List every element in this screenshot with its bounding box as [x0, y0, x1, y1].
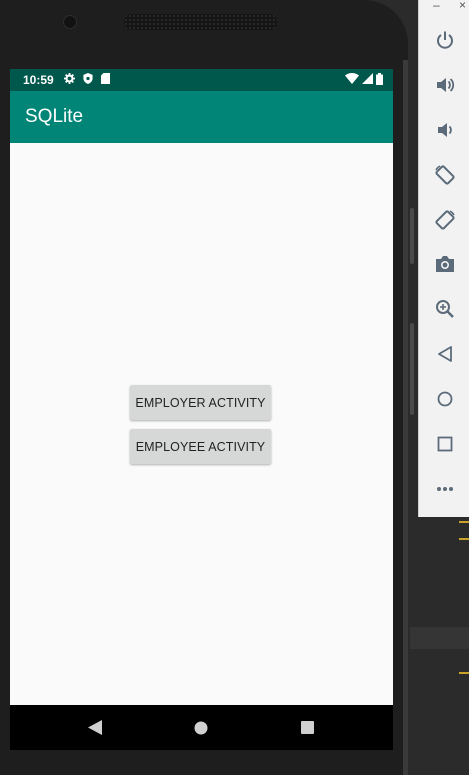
gear-icon [63, 73, 75, 87]
emulator-toolbar: – × [418, 0, 469, 517]
side-power-button [410, 323, 414, 415]
battery-icon [376, 72, 383, 88]
earpiece-speaker [124, 14, 278, 30]
phone-edge [403, 60, 408, 775]
ide-marker [459, 521, 469, 523]
app-bar: SQLite [10, 91, 393, 143]
status-time: 10:59 [23, 73, 54, 87]
volume-down-icon[interactable] [432, 117, 458, 143]
device-screen: 10:59 SQLite EMPLOYER ACTIVITY EMPLOYEE … [10, 69, 393, 750]
ide-highlight-band [410, 627, 469, 649]
phone-frame: 10:59 SQLite EMPLOYER ACTIVITY EMPLOYEE … [0, 0, 408, 775]
close-icon[interactable]: × [459, 0, 466, 12]
camera-icon[interactable] [432, 251, 458, 277]
volume-up-icon[interactable] [432, 72, 458, 98]
navigation-bar [10, 705, 393, 750]
employer-activity-button[interactable]: EMPLOYER ACTIVITY [130, 385, 271, 420]
recents-icon[interactable] [287, 705, 327, 750]
wifi-icon [345, 73, 359, 87]
ide-marker [459, 672, 469, 674]
status-bar: 10:59 [10, 69, 393, 91]
side-volume-button [410, 208, 414, 264]
main-content: EMPLOYER ACTIVITY EMPLOYEE ACTIVITY [10, 143, 393, 705]
overview-icon[interactable] [432, 431, 458, 457]
minimize-icon[interactable]: – [433, 0, 440, 12]
shield-icon [83, 73, 93, 87]
home-icon[interactable] [432, 386, 458, 412]
status-right-icons [345, 72, 383, 88]
sd-card-icon [100, 73, 110, 87]
power-icon[interactable] [432, 27, 458, 53]
back-icon[interactable] [432, 341, 458, 367]
zoom-icon[interactable] [432, 296, 458, 322]
rotate-left-icon[interactable] [432, 162, 458, 188]
rotate-right-icon[interactable] [432, 207, 458, 233]
front-camera [63, 15, 77, 29]
window-controls: – × [433, 0, 466, 12]
more-icon[interactable] [432, 476, 458, 502]
back-icon[interactable] [75, 705, 115, 750]
signal-icon [362, 73, 373, 87]
employee-activity-button[interactable]: EMPLOYEE ACTIVITY [130, 429, 271, 464]
app-title: SQLite [25, 106, 84, 127]
ide-marker [459, 538, 469, 540]
home-icon[interactable] [181, 705, 221, 750]
